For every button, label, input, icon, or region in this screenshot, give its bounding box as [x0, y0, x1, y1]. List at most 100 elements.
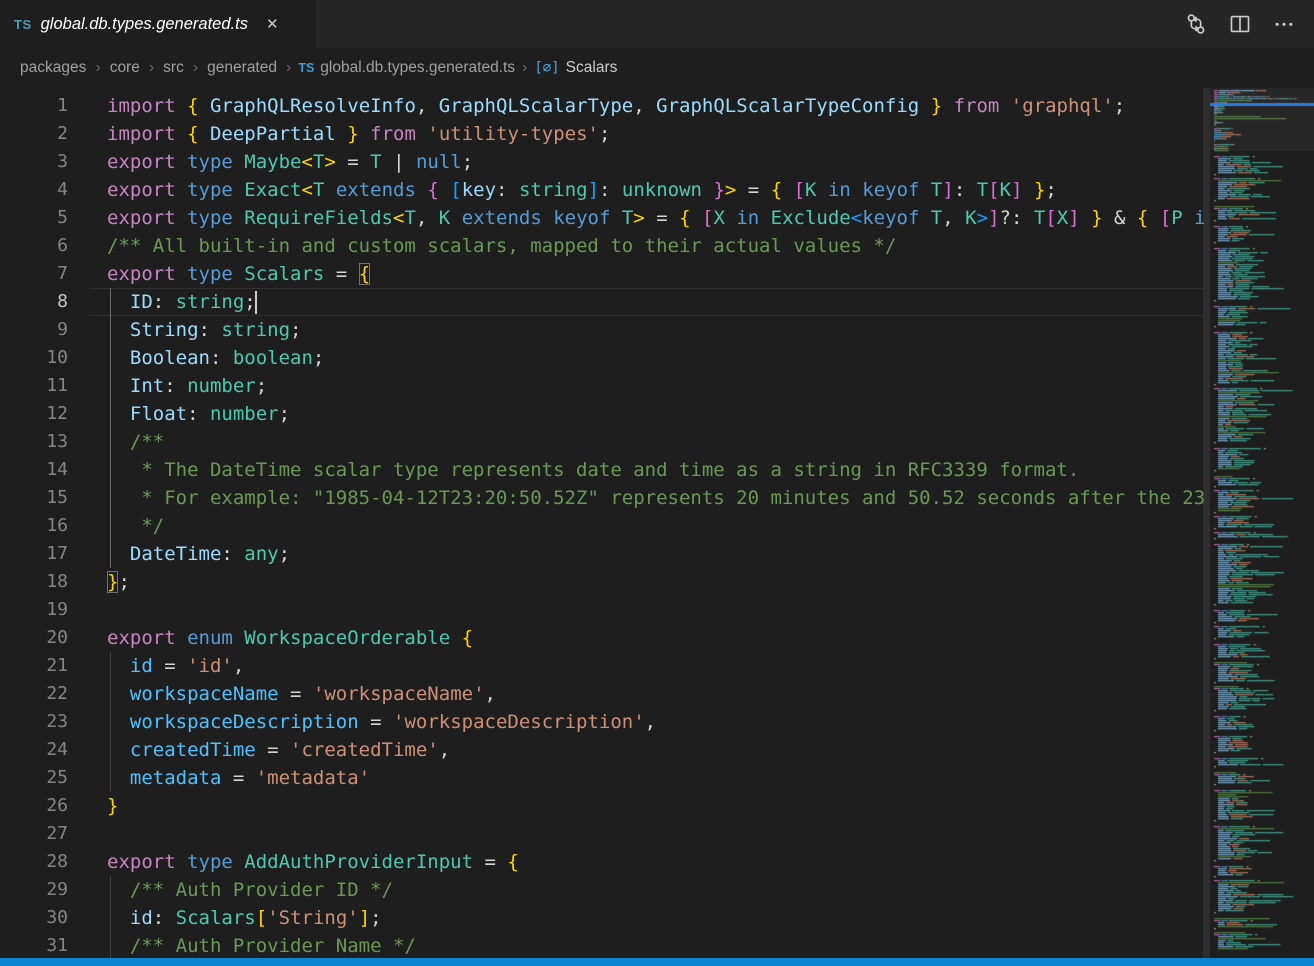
line-number[interactable]: 2	[0, 120, 68, 148]
breadcrumb-item-symbol[interactable]: [∅] Scalars	[534, 59, 617, 77]
code-text: createdTime = 'createdTime',	[107, 736, 1204, 764]
code-text: /** Auth Provider ID */	[107, 876, 1204, 904]
code-line: 1 import { GraphQLResolveInfo, GraphQLSca…	[0, 92, 1204, 120]
breadcrumb-item-generated[interactable]: generated	[205, 58, 279, 78]
code-text: };	[107, 568, 1204, 596]
minimap[interactable]	[1210, 88, 1314, 958]
code-line: 20 export enum WorkspaceOrderable {	[0, 624, 1204, 652]
code-text: /**	[107, 428, 1204, 456]
code-line: 8 ID: string;	[0, 288, 1204, 316]
line-number[interactable]: 20	[0, 624, 68, 652]
code-text: * The DateTime scalar type represents da…	[107, 456, 1204, 484]
split-editor-icon[interactable]	[1226, 10, 1254, 38]
line-number[interactable]: 22	[0, 680, 68, 708]
line-number[interactable]: 23	[0, 708, 68, 736]
more-actions-icon[interactable]	[1270, 10, 1298, 38]
line-number[interactable]: 14	[0, 456, 68, 484]
code-line: 3 export type Maybe<T> = T | null;	[0, 148, 1204, 176]
vertical-scrollbar[interactable]	[1203, 88, 1210, 958]
line-number[interactable]: 27	[0, 820, 68, 848]
code-line: 14 * The DateTime scalar type represents…	[0, 456, 1204, 484]
code-text	[107, 820, 1204, 848]
code-text: id: Scalars['String'];	[107, 904, 1204, 932]
code-text: export type Maybe<T> = T | null;	[107, 148, 1204, 176]
line-number[interactable]: 12	[0, 400, 68, 428]
line-number[interactable]: 7	[0, 260, 68, 288]
breadcrumb-item-core[interactable]: core	[108, 58, 142, 78]
code-line: 15 * For example: "1985-04-12T23:20:50.5…	[0, 484, 1204, 512]
line-number[interactable]: 29	[0, 876, 68, 904]
chevron-right-icon: ›	[146, 59, 157, 77]
compare-changes-icon[interactable]	[1182, 10, 1210, 38]
line-number[interactable]: 13	[0, 428, 68, 456]
code-text: export type Exact<T extends { [key: stri…	[107, 176, 1204, 204]
breadcrumb-symbol-label: Scalars	[566, 59, 618, 77]
tab-global-db-types-generated-ts[interactable]: TS global.db.types.generated.ts ✕	[0, 0, 316, 48]
code-line: 13 /**	[0, 428, 1204, 456]
code-text: /** Auth Provider Name */	[107, 932, 1204, 958]
code-text: import { GraphQLResolveInfo, GraphQLScal…	[107, 92, 1204, 120]
typescript-file-icon: TS	[14, 17, 32, 32]
code-line: 28 export type AddAuthProviderInput = {	[0, 848, 1204, 876]
code-text: String: string;	[107, 316, 1204, 344]
line-number[interactable]: 30	[0, 904, 68, 932]
line-number[interactable]: 17	[0, 540, 68, 568]
code-text: workspaceName = 'workspaceName',	[107, 680, 1204, 708]
code-text: metadata = 'metadata'	[107, 764, 1204, 792]
breadcrumb-item-file[interactable]: TS global.db.types.generated.ts	[298, 59, 515, 77]
code-text: Float: number;	[107, 400, 1204, 428]
code-line: 30 id: Scalars['String'];	[0, 904, 1204, 932]
line-number[interactable]: 18	[0, 568, 68, 596]
code-line: 26}	[0, 792, 1204, 820]
line-number[interactable]: 25	[0, 764, 68, 792]
line-number[interactable]: 28	[0, 848, 68, 876]
code-line: 4 export type Exact<T extends { [key: str…	[0, 176, 1204, 204]
code-text: export enum WorkspaceOrderable {	[107, 624, 1204, 652]
breadcrumb-item-packages[interactable]: packages	[18, 58, 88, 78]
code-line: 24 createdTime = 'createdTime',	[0, 736, 1204, 764]
code-text: /** All built-in and custom scalars, map…	[107, 232, 1204, 260]
line-number[interactable]: 3	[0, 148, 68, 176]
chevron-right-icon: ›	[519, 59, 530, 77]
typescript-file-icon: TS	[298, 61, 314, 75]
code-text: export type AddAuthProviderInput = {	[107, 848, 1204, 876]
line-number[interactable]: 8	[0, 288, 68, 316]
code-line: 18};	[0, 568, 1204, 596]
line-number[interactable]: 24	[0, 736, 68, 764]
vscode-window: TS global.db.types.generated.ts ✕	[0, 0, 1314, 966]
code-line: 25 metadata = 'metadata'	[0, 764, 1204, 792]
code-text: import { DeepPartial } from 'utility-typ…	[107, 120, 1204, 148]
code-line: 27	[0, 820, 1204, 848]
chevron-right-icon: ›	[92, 59, 103, 77]
code-text: ID: string;	[107, 288, 1204, 316]
code-line: 31 /** Auth Provider Name */	[0, 932, 1204, 958]
breadcrumb-folders: packages›core›src›generated›	[18, 58, 294, 78]
line-number[interactable]: 15	[0, 484, 68, 512]
line-number[interactable]: 6	[0, 232, 68, 260]
line-number[interactable]: 19	[0, 596, 68, 624]
code-line: 2 import { DeepPartial } from 'utility-ty…	[0, 120, 1204, 148]
line-number[interactable]: 31	[0, 932, 68, 958]
status-bar	[0, 958, 1314, 966]
line-number[interactable]: 9	[0, 316, 68, 344]
code-lines[interactable]: 1 import { GraphQLResolveInfo, GraphQLSca…	[0, 88, 1204, 958]
line-number[interactable]: 10	[0, 344, 68, 372]
code-editor[interactable]: 1 import { GraphQLResolveInfo, GraphQLSca…	[0, 88, 1314, 958]
line-number[interactable]: 21	[0, 652, 68, 680]
editor-actions	[1182, 0, 1314, 48]
breadcrumb-file-label: global.db.types.generated.ts	[320, 59, 515, 77]
code-text: export type RequireFields<T, K extends k…	[107, 204, 1204, 232]
line-number[interactable]: 4	[0, 176, 68, 204]
line-number[interactable]: 5	[0, 204, 68, 232]
line-number[interactable]: 11	[0, 372, 68, 400]
breadcrumb-item-src[interactable]: src	[161, 58, 186, 78]
line-number[interactable]: 16	[0, 512, 68, 540]
code-text: }	[107, 792, 1204, 820]
code-line: 6 /** All built-in and custom scalars, ma…	[0, 232, 1204, 260]
line-number[interactable]: 1	[0, 92, 68, 120]
close-icon[interactable]: ✕	[263, 13, 282, 35]
code-line: 5 export type RequireFields<T, K extends …	[0, 204, 1204, 232]
symbol-type-icon: [∅]	[534, 60, 559, 76]
code-text: export type Scalars = {	[107, 260, 1204, 288]
line-number[interactable]: 26	[0, 792, 68, 820]
